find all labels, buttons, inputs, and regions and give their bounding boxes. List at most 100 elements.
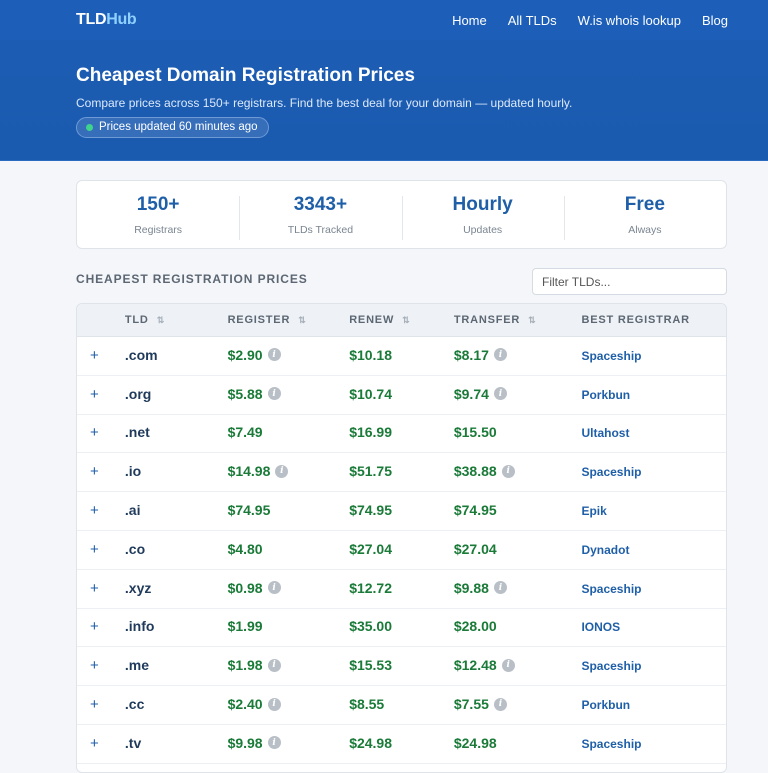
nav-link-whois-lookup[interactable]: W.is whois lookup — [578, 13, 681, 28]
nav-link-home[interactable]: Home — [452, 13, 487, 28]
table-row[interactable]: + .com $2.90 i $10.18 $8.17 i Spaceship — [77, 337, 726, 376]
info-icon[interactable]: i — [501, 658, 515, 672]
tld-name[interactable]: .ai — [125, 502, 141, 518]
register-price: $74.95 — [228, 502, 271, 518]
tld-name[interactable]: .co — [125, 541, 145, 557]
price-value: $74.95 — [453, 502, 497, 519]
update-status-text: Prices updated 60 minutes ago — [99, 121, 258, 133]
table-row[interactable]: + .me $1.98 i $15.53 $12.48 i Spaceship — [77, 647, 726, 687]
expand-row-button[interactable]: + — [90, 463, 99, 480]
expand-row-button[interactable]: + — [90, 541, 99, 558]
transfer-price: $24.98 — [454, 735, 497, 751]
column-header-transfer[interactable]: TRANSFER ⇅ — [454, 314, 582, 326]
renew-price: $16.99 — [349, 424, 392, 440]
tld-name[interactable]: .xyz — [125, 580, 151, 596]
logo-main: TLD — [76, 11, 107, 28]
tld-name[interactable]: .me — [125, 657, 149, 673]
tld-name[interactable]: .cc — [125, 696, 144, 712]
info-icon[interactable]: i — [267, 387, 281, 401]
registrar-link[interactable]: Porkbun — [581, 388, 630, 402]
stat-registrars: 150+ Registrars — [77, 194, 239, 236]
registrar-link[interactable]: Spaceship — [581, 737, 641, 751]
registrar-link[interactable]: Epik — [581, 504, 606, 518]
registrar-link[interactable]: IONOS — [581, 620, 620, 634]
sort-icon[interactable]: ⇅ — [402, 315, 409, 326]
expand-row-button[interactable]: + — [90, 347, 99, 364]
info-icon[interactable]: i — [275, 464, 289, 478]
info-icon[interactable]: i — [493, 348, 507, 362]
stat-tlds-tracked: 3343+ TLDs Tracked — [239, 194, 401, 240]
nav-link-all-tlds[interactable]: All TLDs — [508, 13, 557, 28]
table-row[interactable]: + .info $1.99 $35.00 $28.00 IONOS — [77, 609, 726, 648]
filter-tlds-input[interactable] — [532, 268, 727, 295]
renew-price: $24.98 — [349, 735, 392, 751]
registrar-link[interactable]: Spaceship — [581, 659, 641, 673]
page-subtitle: Compare prices across 150+ registrars. F… — [76, 96, 573, 110]
column-header-register[interactable]: REGISTER ⇅ — [228, 314, 350, 326]
info-icon[interactable]: i — [493, 387, 507, 401]
nav-links: Home All TLDs W.is whois lookup Blog — [452, 13, 728, 28]
info-icon[interactable]: i — [267, 658, 281, 672]
register-price: $9.98 i — [228, 735, 281, 751]
transfer-price: $28.00 — [454, 618, 497, 634]
info-icon[interactable]: i — [267, 581, 281, 595]
column-header-label: REGISTER — [227, 314, 291, 326]
update-status-badge: Prices updated 60 minutes ago — [76, 117, 269, 138]
info-icon[interactable]: i — [267, 697, 281, 711]
expand-row-button[interactable]: + — [90, 502, 99, 519]
stat-value: Hourly — [452, 193, 513, 215]
table-row[interactable]: + .tv $9.98 i $24.98 $24.98 Spaceship — [77, 725, 726, 764]
table-row[interactable]: + .org $5.88 i $10.74 $9.74 i Porkbun — [77, 376, 726, 415]
table-row[interactable]: + .ai $74.95 $74.95 $74.95 Epik — [77, 492, 726, 531]
nav-link-blog[interactable]: Blog — [702, 13, 728, 28]
registrar-link[interactable]: Ultahost — [581, 426, 629, 440]
section-title: CHEAPEST REGISTRATION PRICES — [76, 272, 308, 286]
info-icon[interactable]: i — [493, 697, 507, 711]
table-row[interactable]: + .cc $2.40 i $8.55 $7.55 i Porkbun — [77, 686, 726, 725]
info-icon[interactable]: i — [267, 736, 281, 750]
expand-row-button[interactable]: + — [90, 657, 99, 674]
registrar-link[interactable]: Spaceship — [581, 349, 641, 363]
logo-accent: Hub — [106, 11, 137, 28]
price-value: $16.99 — [349, 424, 393, 441]
expand-row-button[interactable]: + — [90, 424, 99, 441]
stat-value: 150+ — [136, 193, 180, 215]
column-header-label: RENEW — [349, 314, 395, 326]
sort-icon[interactable]: ⇅ — [157, 315, 164, 326]
expand-row-button[interactable]: + — [90, 696, 99, 713]
tld-name[interactable]: .tv — [125, 735, 141, 751]
price-value: $1.98 — [227, 657, 263, 674]
info-icon[interactable]: i — [267, 348, 281, 362]
tld-name[interactable]: .io — [125, 463, 141, 479]
tld-name[interactable]: .info — [125, 618, 155, 634]
column-header-renew[interactable]: RENEW ⇅ — [349, 314, 454, 326]
price-value: $8.17 — [453, 346, 489, 363]
registrar-link[interactable]: Porkbun — [581, 698, 630, 712]
column-header-label: BEST REGISTRAR — [581, 314, 690, 326]
expand-row-button[interactable]: + — [90, 618, 99, 635]
table-row[interactable]: + .net $7.49 $16.99 $15.50 Ultahost — [77, 415, 726, 454]
tld-name[interactable]: .net — [125, 424, 150, 440]
sort-icon[interactable]: ⇅ — [298, 315, 305, 326]
table-row[interactable]: + .co $4.80 $27.04 $27.04 Dynadot — [77, 531, 726, 570]
expand-row-button[interactable]: + — [90, 735, 99, 752]
info-icon[interactable]: i — [493, 581, 507, 595]
expand-row-button[interactable]: + — [90, 580, 99, 597]
tld-name[interactable]: .com — [125, 347, 158, 363]
sort-icon[interactable]: ⇅ — [528, 315, 535, 326]
registrar-link[interactable]: Dynadot — [581, 543, 629, 557]
price-value: $24.98 — [453, 734, 497, 751]
column-header-tld[interactable]: TLD ⇅ — [125, 314, 228, 326]
price-value: $5.88 — [227, 385, 263, 402]
table-row[interactable]: + .io $14.98 i $51.75 $38.88 i Spaceship — [77, 453, 726, 493]
table-row[interactable]: + .xyz $0.98 i $12.72 $9.88 i Spaceship — [77, 570, 726, 609]
site-logo[interactable]: TLDHub — [76, 11, 137, 29]
registrar-link[interactable]: Spaceship — [581, 582, 641, 596]
registrar-link[interactable]: Spaceship — [581, 465, 641, 479]
register-price: $1.98 i — [228, 657, 281, 673]
price-value: $15.53 — [349, 657, 393, 674]
tld-name[interactable]: .org — [125, 386, 151, 402]
expand-row-button[interactable]: + — [90, 386, 99, 403]
info-icon[interactable]: i — [501, 464, 515, 478]
hero-banner: Cheapest Domain Registration Prices Comp… — [0, 40, 768, 161]
